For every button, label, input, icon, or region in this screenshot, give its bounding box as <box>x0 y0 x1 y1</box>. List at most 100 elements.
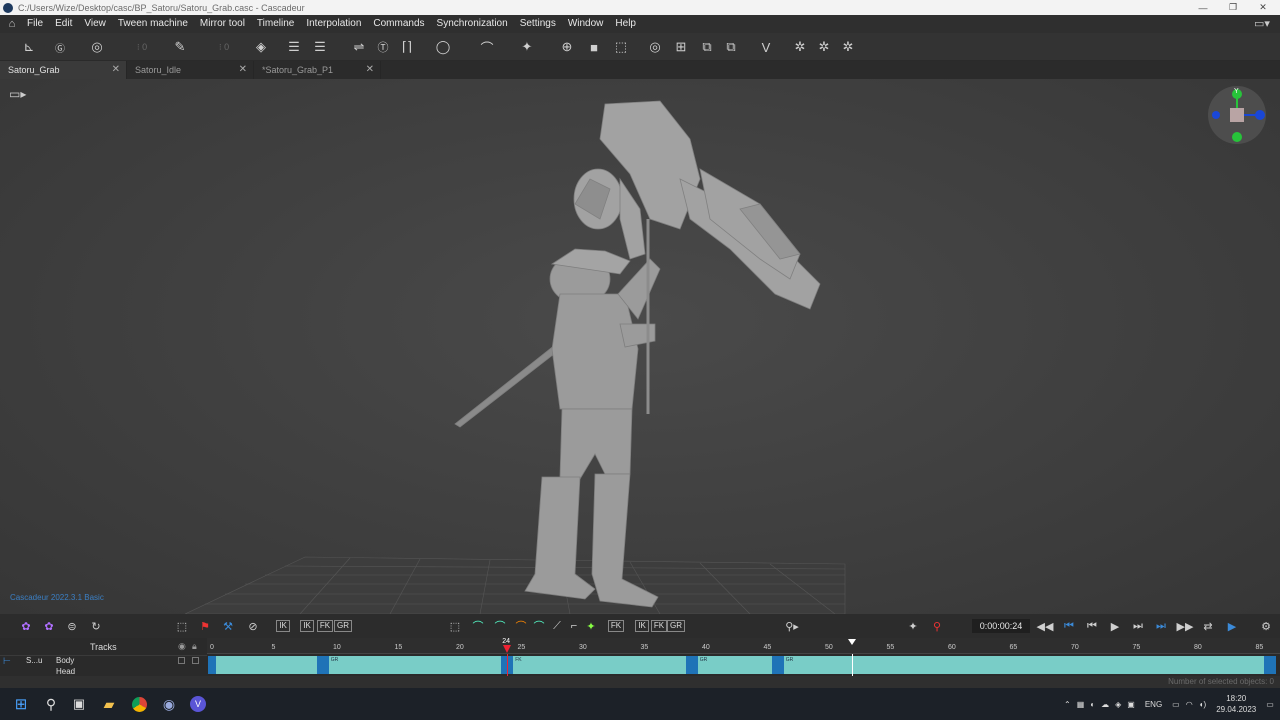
menu-view[interactable]: View <box>78 15 112 33</box>
ik-mode-button[interactable]: IK <box>635 620 649 632</box>
expand-icon[interactable]: ⊢ <box>3 656 11 667</box>
interval-icon[interactable]: ☰ <box>309 37 331 57</box>
spiral-icon[interactable]: ◎ <box>646 37 664 57</box>
curve-3-icon[interactable]: ⌒ <box>513 618 529 634</box>
next-frame-icon[interactable]: ⏭ <box>1130 618 1146 634</box>
text-tool-icon[interactable]: Ⓣ <box>374 37 392 57</box>
language-indicator[interactable]: ENG <box>1145 700 1162 709</box>
menu-help[interactable]: Help <box>609 15 642 33</box>
physics-icon[interactable]: ✦ <box>905 618 921 634</box>
layout-icon[interactable]: ▭▾ <box>1254 17 1270 30</box>
refresh-icon[interactable]: ↻ <box>88 618 104 634</box>
cascadeur-logo-icon[interactable]: V <box>756 37 776 57</box>
menu-interpolation[interactable]: Interpolation <box>300 15 367 33</box>
menu-timeline[interactable]: Timeline <box>251 15 300 33</box>
steam-icon[interactable]: ◐ <box>1090 700 1095 709</box>
search-icon[interactable]: ⚲ <box>40 694 62 714</box>
keyframe[interactable] <box>685 656 698 674</box>
menu-window[interactable]: Window <box>562 15 610 33</box>
file-explorer-icon[interactable]: ▰ <box>98 694 120 714</box>
fixed-interval-icon[interactable]: ⇌ <box>350 37 368 57</box>
select-keys-icon[interactable]: ✿ <box>18 618 34 634</box>
keyframe[interactable] <box>316 656 329 674</box>
curve-1-icon[interactable]: ⌒ <box>470 618 486 634</box>
fk-mode-button[interactable]: FK <box>607 620 625 632</box>
step-field-icon[interactable]: ⁝ 0 <box>130 37 154 57</box>
tab-satoru-grab-p1[interactable]: *Satoru_Grab_P1 ✕ <box>254 61 381 79</box>
offset-field-icon[interactable]: ⁝ 0 <box>212 37 236 57</box>
interpolation-icon[interactable]: ☰ <box>285 37 303 57</box>
copy-icon[interactable]: ⧉ <box>698 37 716 57</box>
clock[interactable]: 18:20 29.04.2023 <box>1216 693 1256 715</box>
rig-tool-3-icon[interactable]: ✲ <box>838 37 858 57</box>
orientation-gizmo[interactable]: Y <box>1208 86 1266 144</box>
notifications-icon[interactable]: ▭ <box>1266 700 1274 709</box>
close-window-button[interactable]: ✕ <box>1248 0 1278 15</box>
tray-icon-3[interactable]: ▣ <box>1127 700 1135 709</box>
go-start-icon[interactable]: ⏮ <box>1061 618 1077 634</box>
gr-mode-button[interactable]: GR <box>667 620 685 632</box>
track-interval-bar[interactable] <box>212 656 1276 674</box>
frame-icon[interactable]: ⬚ <box>612 37 630 57</box>
cascadeur-taskbar-icon[interactable]: ◉ <box>158 694 180 714</box>
start-frame-key[interactable] <box>208 656 216 674</box>
menu-commands[interactable]: Commands <box>367 15 430 33</box>
minimize-button[interactable]: — <box>1188 0 1218 15</box>
eraser-icon[interactable]: ◈ <box>252 37 270 57</box>
tab-satoru-idle[interactable]: Satoru_Idle ✕ <box>127 61 254 79</box>
fk-mode-button-2[interactable]: FK <box>650 620 668 632</box>
rig-tool-2-icon[interactable]: ✲ <box>814 37 834 57</box>
volume-icon[interactable]: ◖) <box>1199 700 1207 709</box>
repeat-icon[interactable]: ⇄ <box>1200 618 1216 634</box>
pivot-icon[interactable]: ◎ <box>86 37 108 57</box>
arc-tool-icon[interactable]: ⌒ <box>474 37 500 57</box>
loop-icon[interactable]: ⊜ <box>64 618 80 634</box>
go-end-icon[interactable]: ⏭ <box>1153 618 1169 634</box>
3d-viewport[interactable]: ▭▸ Y Cascadeur 2022.3.1 Basic <box>0 79 1280 614</box>
paste-icon[interactable]: ⧉ <box>722 37 740 57</box>
fast-forward-icon[interactable]: ▶▶ <box>1177 618 1194 634</box>
keyframe[interactable] <box>771 656 784 674</box>
key-icon[interactable]: ✦ <box>583 618 599 634</box>
ik-button[interactable]: IK <box>276 620 290 632</box>
end-frame-marker[interactable] <box>847 639 856 645</box>
close-tab-icon[interactable]: ✕ <box>366 61 374 79</box>
close-tab-icon[interactable]: ✕ <box>112 61 120 79</box>
curve-4-icon[interactable]: ⌒ <box>531 618 547 634</box>
tray-app-icon[interactable]: ▦ <box>1077 700 1085 709</box>
menu-file[interactable]: File <box>21 15 49 33</box>
menu-synchronization[interactable]: Synchronization <box>431 15 514 33</box>
disable-icon[interactable]: ⊘ <box>245 618 261 634</box>
rewind-icon[interactable]: ◀◀ <box>1037 618 1054 634</box>
network-icon[interactable]: ☁ <box>1101 700 1109 709</box>
gr-button[interactable]: GR <box>334 620 352 632</box>
autophysics-icon[interactable]: ✦ <box>514 37 540 57</box>
maximize-button[interactable]: ❐ <box>1218 0 1248 15</box>
current-frame-marker[interactable]: 24 <box>502 638 512 654</box>
bracket-icon[interactable]: ⌈⌉ <box>398 37 416 57</box>
timeline-settings-icon[interactable]: ⚙ <box>1258 618 1274 634</box>
pin-icon[interactable]: ⚲▸ <box>782 618 802 634</box>
lock-icon[interactable]: 🔒︎ <box>192 641 197 652</box>
display-icon[interactable]: ▭ <box>1172 700 1180 709</box>
fit-view-icon[interactable]: ⬚ <box>447 618 463 634</box>
tray-icon-2[interactable]: ◈ <box>1115 700 1121 709</box>
wrench-icon[interactable]: ⚒ <box>221 618 235 634</box>
track-row-head[interactable]: Head <box>0 667 207 676</box>
frame-ruler[interactable]: 0 5 10 15 20 25 30 35 40 45 50 55 60 65 70 75 80 85 24 <box>207 638 1280 654</box>
camera-icon[interactable]: ■ <box>585 37 603 57</box>
start-icon[interactable]: ⊞ <box>10 694 32 714</box>
select-interval-icon[interactable]: ✿ <box>41 618 57 634</box>
global-space-icon[interactable]: Ⓖ <box>50 37 70 57</box>
prev-frame-icon[interactable]: ⏮ <box>1084 618 1100 634</box>
rig-tool-1-icon[interactable]: ✲ <box>790 37 810 57</box>
linear-icon[interactable]: ⟋ <box>549 618 565 634</box>
target-icon[interactable]: ⊕ <box>558 37 576 57</box>
play-direction-icon[interactable]: ▶ <box>1224 618 1240 634</box>
ik-button-2[interactable]: IK <box>300 620 314 632</box>
axis-tool-icon[interactable]: ⊾ <box>18 37 40 57</box>
marker-icon[interactable]: ⚲ <box>929 618 945 634</box>
timeline-frame-icon[interactable]: ⬚ <box>174 618 190 634</box>
menu-mirror-tool[interactable]: Mirror tool <box>194 15 251 33</box>
fk-button[interactable]: FK <box>316 620 334 632</box>
